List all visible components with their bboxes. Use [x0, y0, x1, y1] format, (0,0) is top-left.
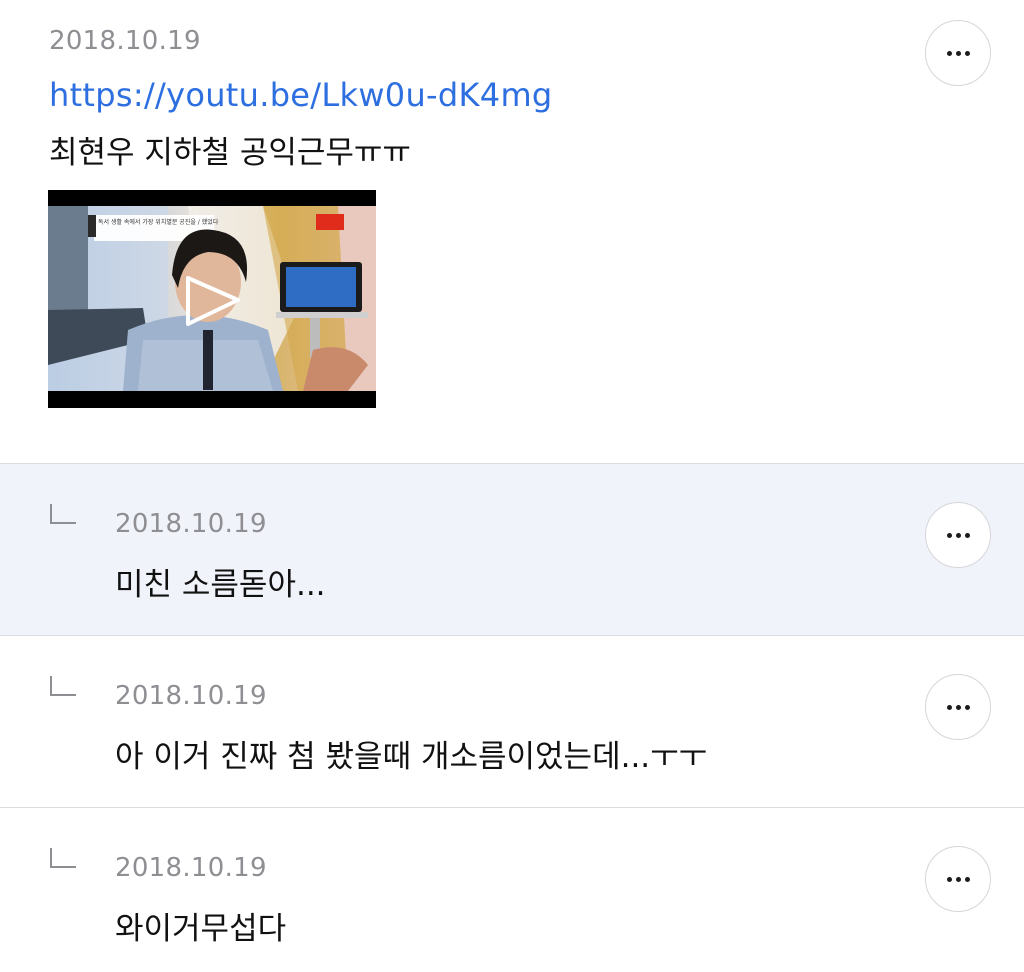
- reply-corner-icon: [50, 848, 76, 868]
- reply-text: 와이거무섭다: [115, 911, 287, 947]
- reply-corner-icon: [50, 504, 76, 524]
- reply-item: 2018.10.19 와이거무섭다: [0, 807, 1024, 972]
- post-text: 최현우 지하철 공익근무ㅠㅠ: [49, 135, 411, 171]
- more-dots-icon: [946, 50, 970, 56]
- reply-corner-icon: [50, 676, 76, 696]
- youtube-link[interactable]: https://youtu.be/Lkw0u-dK4mg: [49, 76, 553, 114]
- reply-item: 2018.10.19 미친 소름돋아...: [0, 463, 1024, 635]
- reply-item: 2018.10.19 아 이거 진짜 첨 봤을때 개소름이었는데...ㅜㅜ: [0, 635, 1024, 807]
- video-caption: 독서 생활 속에서 가장 위치별분 공진을 / 했었다: [98, 218, 219, 226]
- comment-post: 2018.10.19 https://youtu.be/Lkw0u-dK4mg …: [0, 0, 1024, 463]
- more-options-button[interactable]: [925, 502, 991, 568]
- more-options-button[interactable]: [925, 674, 991, 740]
- more-dots-icon: [946, 704, 970, 710]
- more-dots-icon: [946, 876, 970, 882]
- reply-text: 아 이거 진짜 첨 봤을때 개소름이었는데...ㅜㅜ: [115, 739, 708, 775]
- more-options-button[interactable]: [925, 846, 991, 912]
- more-options-button[interactable]: [925, 20, 991, 86]
- reply-date: 2018.10.19: [115, 681, 267, 711]
- video-thumbnail[interactable]: 독서 생활 속에서 가장 위치별분 공진을 / 했었다: [48, 190, 376, 408]
- reply-date: 2018.10.19: [115, 853, 267, 883]
- more-dots-icon: [946, 532, 970, 538]
- reply-text: 미친 소름돋아...: [115, 567, 326, 603]
- post-date: 2018.10.19: [49, 26, 201, 56]
- reply-date: 2018.10.19: [115, 509, 267, 539]
- video-frame: 독서 생활 속에서 가장 위치별분 공진을 / 했었다: [48, 190, 376, 408]
